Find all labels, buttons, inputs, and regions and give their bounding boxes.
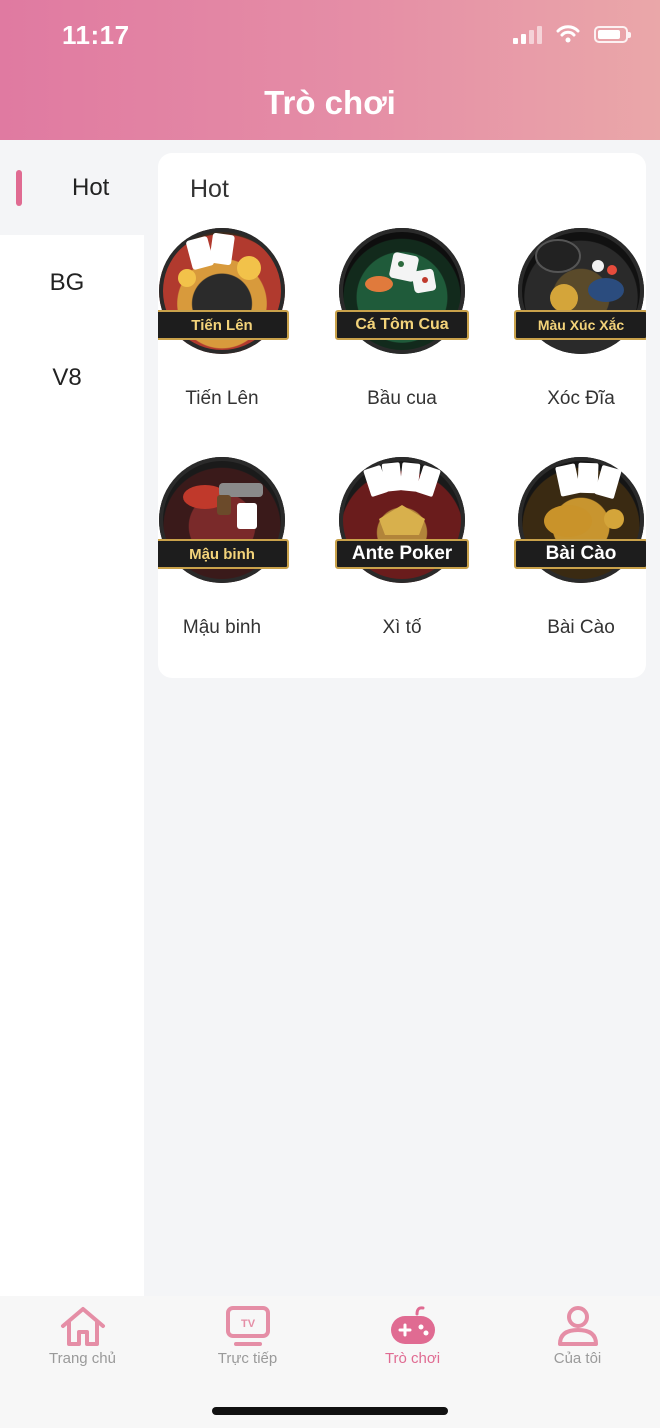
home-icon <box>60 1307 105 1346</box>
game-label: Xì tố <box>382 617 422 638</box>
tab-label: Trò chơi <box>384 1350 441 1367</box>
tab-cua-toi[interactable]: Của tôi <box>495 1296 660 1396</box>
tab-label: Trang chủ <box>49 1350 116 1367</box>
game-xoc-dia[interactable]: Màu Xúc Xắc Xóc Đĩa <box>514 228 646 410</box>
tien-len-icon: Tiến Lên <box>158 228 289 354</box>
page-title: Trò chơi <box>264 84 396 121</box>
game-badge: Màu Xúc Xắc <box>514 310 646 340</box>
xoc-dia-icon: Màu Xúc Xắc <box>514 228 646 354</box>
game-bai-cao[interactable]: Bài Cào Bài Cào <box>514 457 646 639</box>
sidebar-item-label: V8 <box>52 363 82 391</box>
game-bau-cua[interactable]: Cá Tôm Cua Bầu cua <box>335 228 469 410</box>
bai-cao-icon: Bài Cào <box>514 457 646 583</box>
tab-label: Của tôi <box>553 1350 602 1367</box>
game-tien-len[interactable]: Tiến Lên Tiến Lên <box>158 228 289 410</box>
sidebar-item-hot[interactable]: Hot <box>0 140 144 235</box>
sidebar-item-v8[interactable]: V8 <box>0 330 144 425</box>
sidebar-item-label: Hot <box>72 173 110 201</box>
game-label: Mậu binh <box>182 617 262 638</box>
game-badge: Ante Poker <box>335 539 469 569</box>
game-xi-to[interactable]: Ante Poker Xì tố <box>335 457 469 639</box>
sidebar-item-bg[interactable]: BG <box>0 235 144 330</box>
svg-text:TV: TV <box>240 1318 255 1330</box>
wifi-icon <box>556 25 580 43</box>
tab-label: Trực tiếp <box>217 1350 278 1367</box>
header: 11:17 Trò chơi <box>0 0 660 140</box>
game-mau-binh[interactable]: Mậu binh Mậu binh <box>158 457 289 639</box>
section-title: Hot <box>190 175 229 203</box>
category-sidebar: Hot BG V8 <box>0 140 144 1296</box>
game-label: Bài Cào <box>547 617 615 638</box>
home-indicator <box>212 1407 448 1415</box>
ca-tom-cua-icon: Cá Tôm Cua <box>335 228 469 354</box>
game-badge: Mậu binh <box>158 539 289 569</box>
tab-trang-chu[interactable]: Trang chủ <box>0 1296 165 1396</box>
status-time: 11:17 <box>62 20 130 50</box>
game-label: Xóc Đĩa <box>547 388 615 409</box>
mau-binh-icon: Mậu binh <box>158 457 289 583</box>
ante-poker-icon: Ante Poker <box>335 457 469 583</box>
tab-truc-tiep[interactable]: TV Trực tiếp <box>165 1296 330 1396</box>
game-badge: Cá Tôm Cua <box>335 310 469 340</box>
games-card: Hot Tiến Lên Tiến Lên Cá Tôm Cua Bầu cua <box>158 153 646 678</box>
tab-tro-choi[interactable]: Trò chơi <box>330 1296 495 1396</box>
game-label: Bầu cua <box>367 388 437 409</box>
user-icon <box>557 1306 598 1346</box>
battery-icon <box>594 25 631 43</box>
sidebar-item-label: BG <box>49 268 85 296</box>
signal-icon <box>513 24 542 44</box>
gamepad-icon <box>390 1306 435 1344</box>
game-badge: Tiến Lên <box>158 310 289 340</box>
status-icons <box>513 24 631 44</box>
game-label: Tiến Lên <box>185 388 259 409</box>
tv-icon: TV <box>225 1306 270 1346</box>
game-badge: Bài Cào <box>514 539 646 569</box>
